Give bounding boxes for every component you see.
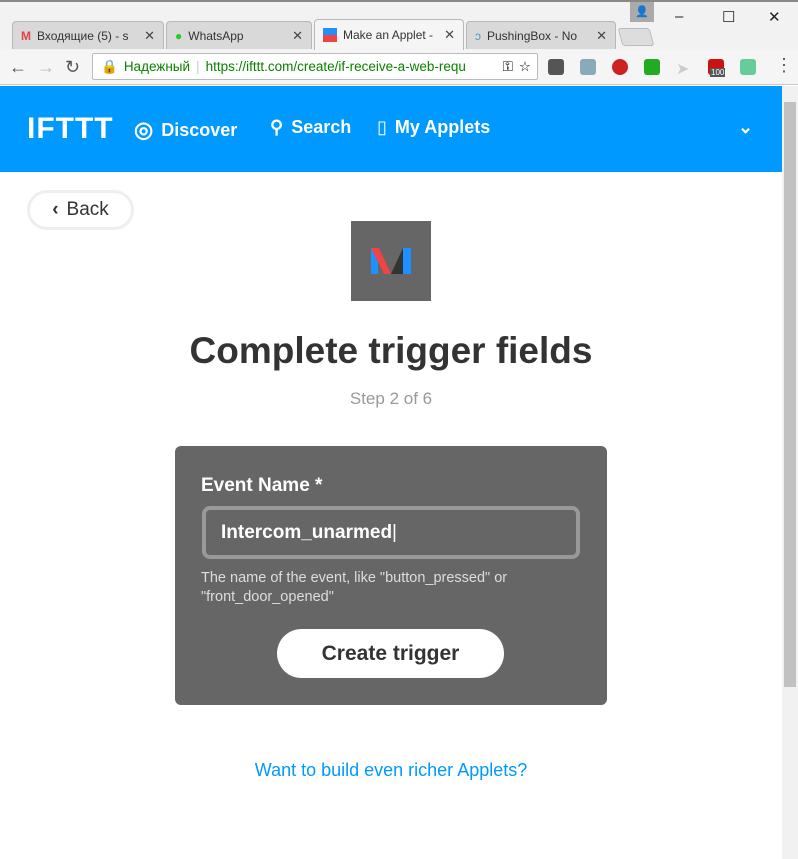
event-name-input[interactable]: Intercom_unarmed| <box>202 506 580 559</box>
tab-whatsapp[interactable]: ● WhatsApp ✕ <box>166 21 312 49</box>
menu-icon[interactable]: ⋮ <box>775 55 793 76</box>
profile-icon[interactable]: 👤 <box>630 2 654 22</box>
close-tab-icon[interactable]: ✕ <box>596 28 607 44</box>
shield-icon[interactable] <box>644 59 660 75</box>
reload-icon[interactable]: ↻ <box>65 57 80 78</box>
star-icon[interactable]: ☆ <box>519 59 537 75</box>
back-arrow-icon[interactable]: ← <box>9 57 27 78</box>
new-tab-button[interactable] <box>617 28 655 46</box>
maximize-button[interactable]: ☐ <box>722 8 735 26</box>
tab-make-an-applet[interactable]: Make an Applet - ✕ <box>314 19 464 50</box>
browser-tabstrip: 👤 – ☐ ✕ M Входящие (5) - s ✕ ● WhatsApp ✕ Ma… <box>0 0 798 50</box>
close-tab-icon[interactable]: ✕ <box>444 27 455 43</box>
print-icon[interactable] <box>580 59 596 75</box>
back-button[interactable]: ‹ Back <box>27 190 134 230</box>
audio-extension-icon[interactable] <box>740 59 756 75</box>
gmail-icon: M <box>21 28 31 43</box>
key-icon[interactable]: ⚿ <box>503 59 513 75</box>
whatsapp-icon: ● <box>175 28 183 43</box>
nav-search[interactable]: ⚲ Search <box>270 117 351 138</box>
pushingbox-icon: ↄ <box>475 28 481 43</box>
browser-toolbar: ← → ↻ 🔒 Надежный | https://ifttt.com/cre… <box>0 50 798 85</box>
tab-pushingbox[interactable]: ↄ PushingBox - No ✕ <box>466 21 616 49</box>
address-bar[interactable]: 🔒 Надежный | https://ifttt.com/create/if… <box>92 53 538 80</box>
minimize-button[interactable]: – <box>675 8 683 25</box>
page-title: Complete trigger fields <box>189 330 593 371</box>
chevron-left-icon: ‹ <box>52 199 59 220</box>
site-header: IFTTT ◎ Discover ⚲ Search ▯ My Applets ⌄ <box>0 86 782 172</box>
pinterest-icon[interactable] <box>612 59 628 75</box>
tab-gmail[interactable]: M Входящие (5) - s ✕ <box>12 21 164 49</box>
nav-discover[interactable]: ◎ Discover <box>134 117 237 143</box>
richer-applets-link[interactable]: Want to build even richer Applets? <box>0 760 782 781</box>
pocket-icon[interactable] <box>548 59 564 75</box>
document-icon: ▯ <box>377 117 387 137</box>
trigger-form: Event Name * Intercom_unarmed| The name … <box>175 446 607 705</box>
scrollbar-thumb[interactable] <box>784 102 796 687</box>
cursor-icon[interactable]: ➤ <box>676 59 692 78</box>
ifttt-logo[interactable]: IFTTT <box>27 112 114 146</box>
close-tab-icon[interactable]: ✕ <box>144 28 155 44</box>
lock-icon: 🔒 <box>101 58 118 74</box>
event-name-label: Event Name * <box>201 475 323 496</box>
create-trigger-button[interactable]: Create trigger <box>277 629 504 678</box>
search-icon: ⚲ <box>270 117 284 137</box>
forward-arrow-icon[interactable]: → <box>37 57 55 78</box>
ifttt-maker-icon <box>323 28 337 42</box>
eye-icon: ◎ <box>134 117 154 142</box>
secure-label: Надежный <box>123 59 191 74</box>
url-text[interactable]: https://ifttt.com/create/if-receive-a-we… <box>206 59 466 74</box>
close-window-button[interactable]: ✕ <box>768 8 781 26</box>
event-name-help: The name of the event, like "button_pres… <box>201 570 508 605</box>
chevron-down-icon[interactable]: ⌄ <box>738 117 753 138</box>
adblock-icon[interactable]: 100 <box>708 59 726 77</box>
step-indicator: Step 2 of 6 <box>349 389 433 408</box>
maker-webhooks-service-icon <box>351 221 431 301</box>
nav-my-applets[interactable]: ▯ My Applets <box>377 117 490 138</box>
close-tab-icon[interactable]: ✕ <box>292 28 303 44</box>
